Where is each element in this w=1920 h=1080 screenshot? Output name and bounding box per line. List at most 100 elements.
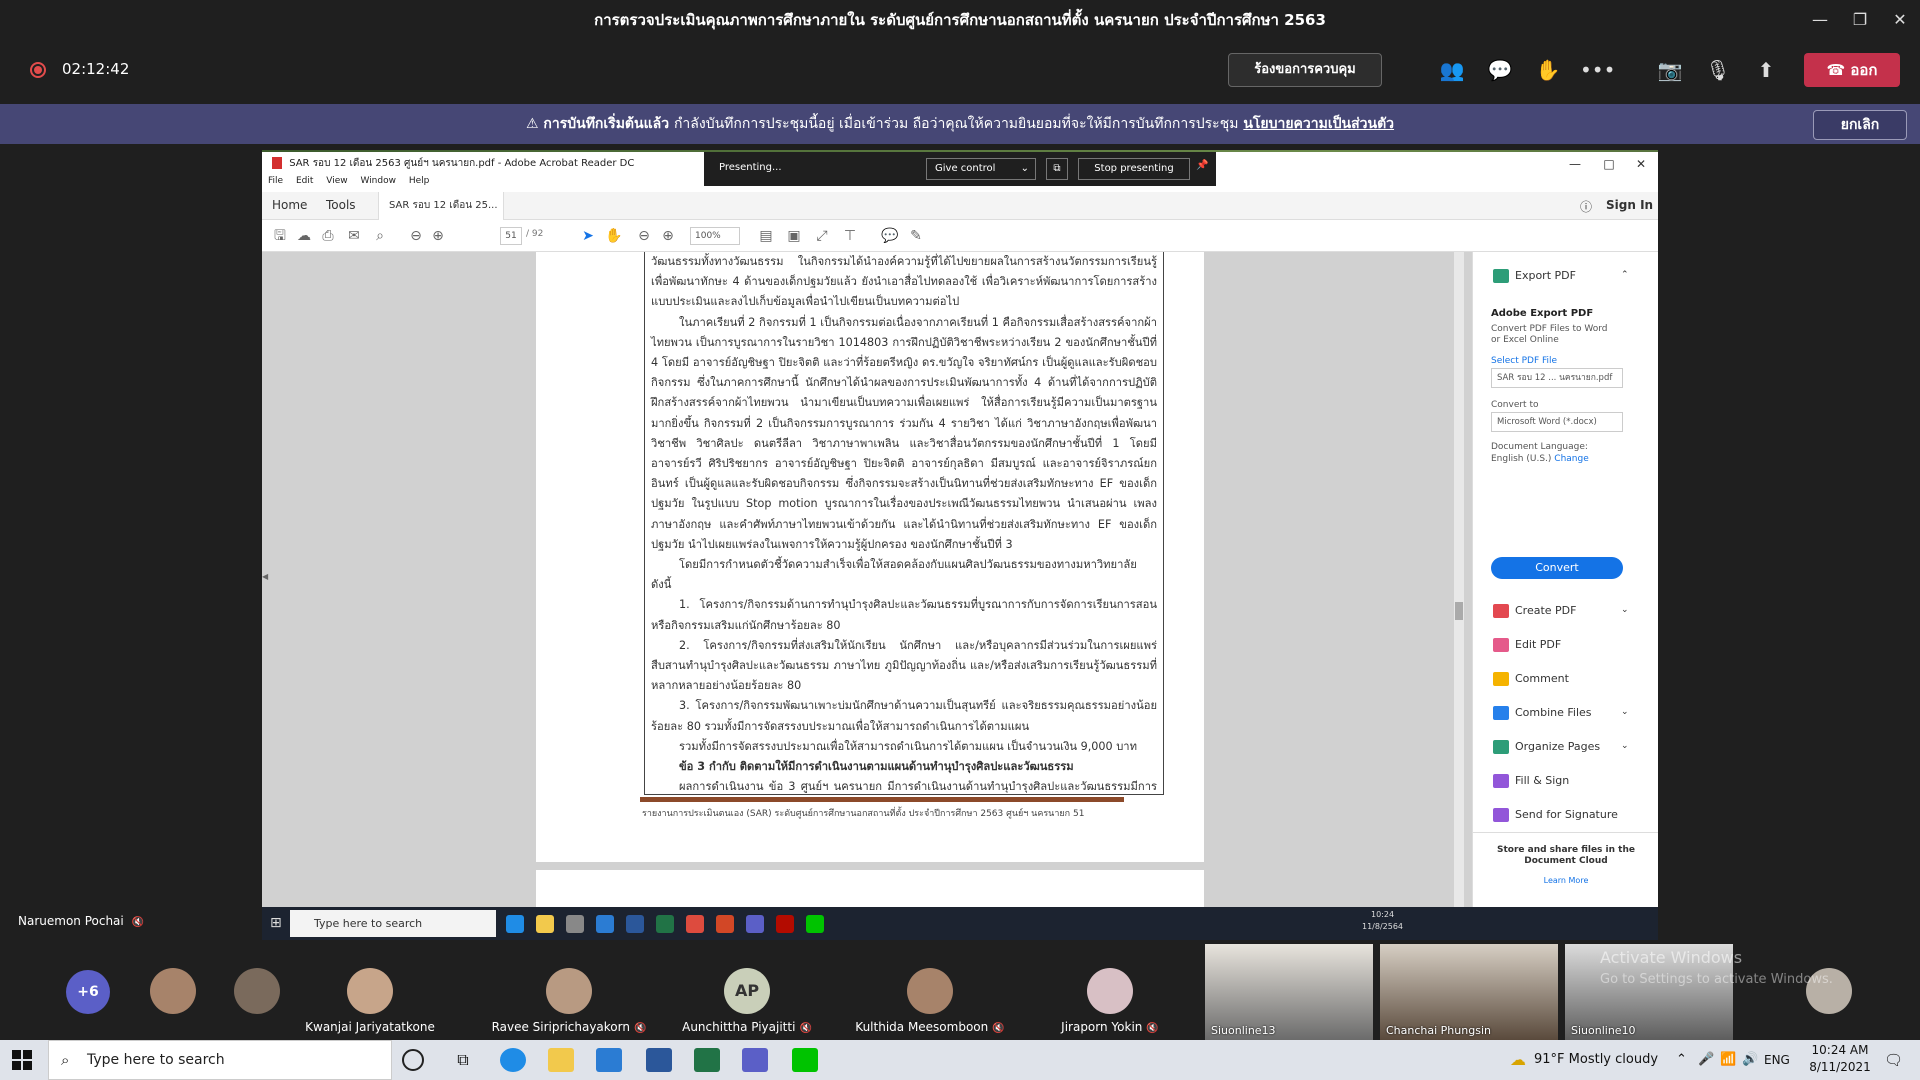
avatar[interactable] [150, 968, 196, 1014]
zoom-select[interactable]: 100% [690, 227, 740, 245]
fullscreen-icon[interactable]: ⤢ [812, 227, 832, 245]
chevron-down-icon[interactable]: ⌄ [1621, 605, 1629, 615]
mail-icon[interactable] [596, 915, 614, 933]
select-pdf-file-link[interactable]: Select PDF File [1491, 356, 1557, 366]
more-icon[interactable]: ••• [1580, 54, 1615, 86]
leave-button[interactable]: ☎ ออก [1804, 53, 1900, 87]
participant-card[interactable]: Jiraporn Yokin 🔇 [1030, 942, 1190, 1042]
teams-icon[interactable] [746, 915, 764, 933]
file-explorer-icon[interactable] [536, 915, 554, 933]
chat-icon[interactable]: 💬 [1484, 54, 1516, 86]
request-control-button[interactable]: ร้องขอการควบคุม [1228, 53, 1382, 87]
restore-icon[interactable]: ❐ [1840, 8, 1880, 32]
cortana-icon[interactable] [402, 1049, 424, 1071]
tool-edit-pdf[interactable]: Edit PDF [1493, 635, 1561, 655]
stamp-icon[interactable]: ⊤ [840, 227, 860, 245]
acrobat-maximize-icon[interactable]: □ [1592, 152, 1626, 176]
scroll-thumb[interactable] [1455, 602, 1463, 620]
tool-comment[interactable]: Comment [1493, 669, 1569, 689]
chevron-down-icon[interactable]: ⌄ [1621, 741, 1629, 751]
save-icon[interactable]: 🖫 [270, 227, 290, 245]
participant-video[interactable]: Siuonline13 [1205, 944, 1373, 1040]
powerpoint-icon[interactable] [716, 915, 734, 933]
select-icon[interactable]: ➤ [578, 227, 598, 245]
present-window-icon[interactable]: ⧉ [1046, 158, 1068, 180]
privacy-link[interactable]: นโยบายความเป็นส่วนตัว [1243, 116, 1394, 132]
menu-help[interactable]: Help [409, 176, 430, 186]
help-icon[interactable]: ⓘ [1580, 198, 1592, 215]
tool-organize-pages[interactable]: Organize Pages [1493, 737, 1600, 757]
file-name-field[interactable]: SAR รอบ 12 ... นครนายก.pdf [1491, 368, 1623, 388]
chevron-down-icon[interactable]: ⌄ [1621, 707, 1629, 717]
sign-in-link[interactable]: Sign In [1606, 198, 1653, 212]
print-icon[interactable]: ⎙ [318, 227, 338, 245]
give-control-dropdown[interactable]: Give control ⌄ [926, 158, 1036, 180]
chrome-icon[interactable] [686, 915, 704, 933]
avatar[interactable] [234, 968, 280, 1014]
tab-tools[interactable]: Tools [326, 198, 356, 212]
acrobat-close-icon[interactable]: ✕ [1624, 152, 1658, 176]
excel-icon[interactable] [656, 915, 674, 933]
windows-icon[interactable]: ⊞ [270, 915, 282, 931]
more-participants-button[interactable]: +6 [66, 970, 110, 1014]
participant-card[interactable]: AP Aunchittha Piyajitti 🔇 [662, 942, 832, 1042]
document-area[interactable]: ◀ วัฒนธรรมทั้งทางวัฒนธรรม ในกิจกรรมได้นำ… [262, 252, 1472, 907]
search-icon[interactable]: ⌕ [370, 227, 390, 245]
edge-icon[interactable] [500, 1048, 526, 1072]
reactions-icon[interactable]: ✋ [1532, 54, 1564, 86]
participant-card[interactable]: Kulthida Meesomboon 🔇 [840, 942, 1020, 1042]
language-indicator[interactable]: ENG [1764, 1040, 1790, 1080]
stop-presenting-button[interactable]: Stop presenting [1078, 158, 1190, 180]
share-icon[interactable]: ⬆ [1750, 54, 1782, 86]
mic-icon[interactable]: 🎤 [1698, 1040, 1714, 1080]
start-button[interactable] [12, 1050, 32, 1070]
menu-edit[interactable]: Edit [296, 176, 313, 186]
pin-icon[interactable]: 📌 [1196, 160, 1208, 171]
tab-document[interactable]: SAR รอบ 12 เดือน 25... ✕ [378, 192, 504, 239]
vertical-scrollbar[interactable] [1454, 252, 1464, 907]
task-view-icon[interactable]: ⧉ [450, 1048, 476, 1072]
store-icon[interactable] [566, 915, 584, 933]
convert-button[interactable]: Convert [1491, 557, 1623, 579]
taskbar-search[interactable]: ⌕ Type here to search [48, 1040, 392, 1080]
acrobat-icon[interactable] [776, 915, 794, 933]
tool-create-pdf[interactable]: Create PDF [1493, 601, 1576, 621]
shared-search-box[interactable]: Type here to search [290, 910, 496, 937]
prev-page-icon[interactable]: ⊖ [406, 227, 426, 245]
email-icon[interactable]: ✉ [344, 227, 364, 245]
teams-icon[interactable] [742, 1048, 768, 1072]
zoom-in-icon[interactable]: ⊕ [658, 227, 678, 245]
fit-page-icon[interactable]: ▤ [756, 227, 776, 245]
menu-file[interactable]: File [268, 176, 283, 186]
comment-icon[interactable]: 💬 [880, 227, 900, 245]
line-icon[interactable] [806, 915, 824, 933]
tool-combine-files[interactable]: Combine Files [1493, 703, 1592, 723]
taskbar-clock[interactable]: 10:24 AM 8/11/2021 [1800, 1042, 1880, 1076]
dismiss-button[interactable]: ยกเลิก [1813, 110, 1907, 140]
participants-icon[interactable]: 👥 [1436, 54, 1468, 86]
export-pdf-header[interactable]: Export PDF [1493, 266, 1576, 286]
highlight-icon[interactable]: ✎ [906, 227, 926, 245]
excel-icon[interactable] [694, 1048, 720, 1072]
participant-video[interactable]: Chanchai Phungsin [1380, 944, 1558, 1040]
word-icon[interactable] [646, 1048, 672, 1072]
edge-icon[interactable] [506, 915, 524, 933]
minimize-icon[interactable]: — [1800, 8, 1840, 32]
page-number-input[interactable]: 51 [500, 227, 522, 245]
volume-icon[interactable]: 🔊 [1742, 1040, 1758, 1080]
camera-off-icon[interactable]: 📷 [1654, 54, 1686, 86]
chevron-up-icon[interactable]: ⌃ [1621, 270, 1629, 280]
acrobat-minimize-icon[interactable]: — [1558, 152, 1592, 176]
participant-card[interactable]: Kwanjai Jariyatatkone [300, 942, 440, 1042]
expand-left-icon[interactable]: ◀ [262, 572, 268, 581]
menu-view[interactable]: View [326, 176, 347, 186]
notifications-icon[interactable]: 🗨 [1884, 1040, 1903, 1080]
tool-send-for-signature[interactable]: Send for Signature [1493, 805, 1618, 825]
upload-icon[interactable]: ☁ [294, 227, 314, 245]
close-icon[interactable]: ✕ [1880, 8, 1920, 32]
file-explorer-icon[interactable] [548, 1048, 574, 1072]
zoom-out-icon[interactable]: ⊖ [634, 227, 654, 245]
tool-fill-sign[interactable]: Fill & Sign [1493, 771, 1569, 791]
weather-icon[interactable]: ☁ [1510, 1040, 1526, 1080]
menu-window[interactable]: Window [360, 176, 396, 186]
